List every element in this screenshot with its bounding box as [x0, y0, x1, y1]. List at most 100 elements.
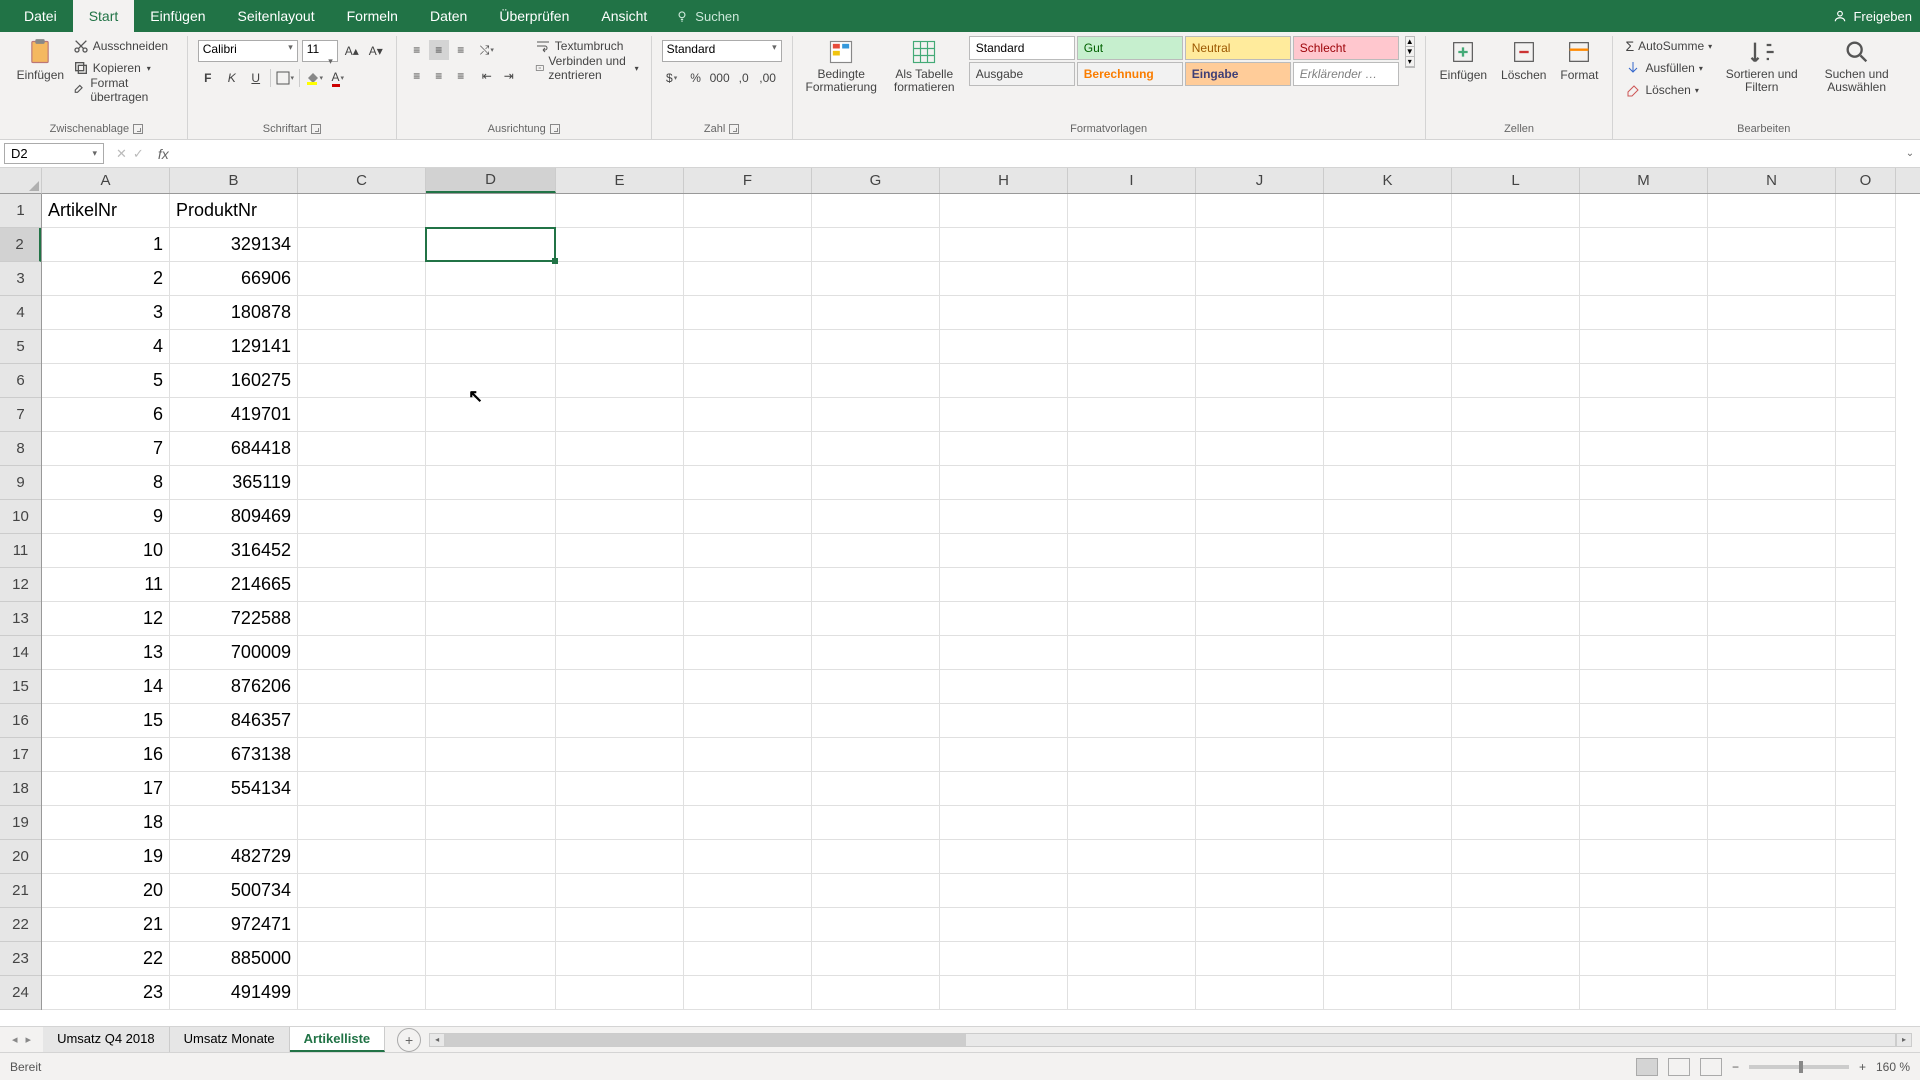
cell[interactable] — [1580, 602, 1708, 636]
cell[interactable] — [1068, 466, 1196, 500]
cell[interactable] — [684, 908, 812, 942]
cell[interactable] — [426, 296, 556, 330]
cell[interactable] — [940, 738, 1068, 772]
cell[interactable] — [684, 466, 812, 500]
cell[interactable] — [1068, 840, 1196, 874]
row-header-5[interactable]: 5 — [0, 330, 41, 364]
cell[interactable] — [1708, 364, 1836, 398]
cell[interactable] — [556, 636, 684, 670]
cell[interactable] — [556, 432, 684, 466]
cell[interactable] — [684, 840, 812, 874]
cell[interactable] — [1324, 364, 1452, 398]
clear-button[interactable]: Löschen▾ — [1623, 80, 1714, 100]
cell[interactable] — [1580, 228, 1708, 262]
row-header-8[interactable]: 8 — [0, 432, 41, 466]
cell[interactable] — [1452, 500, 1580, 534]
cell[interactable] — [1452, 228, 1580, 262]
cell[interactable]: 885000 — [170, 942, 298, 976]
cell[interactable] — [426, 738, 556, 772]
cell[interactable] — [1068, 942, 1196, 976]
fill-button[interactable]: Ausfüllen▾ — [1623, 58, 1714, 78]
cell[interactable] — [1068, 874, 1196, 908]
cell[interactable] — [1196, 534, 1324, 568]
cell[interactable] — [298, 534, 426, 568]
cell[interactable] — [1068, 432, 1196, 466]
cell-style-berechnung[interactable]: Berechnung — [1077, 62, 1183, 86]
cell[interactable] — [1836, 908, 1896, 942]
dialog-launcher[interactable] — [311, 124, 321, 134]
row-header-1[interactable]: 1 — [0, 194, 41, 228]
align-center-icon[interactable]: ≡ — [429, 66, 449, 86]
cell[interactable] — [1196, 806, 1324, 840]
cell[interactable] — [1836, 330, 1896, 364]
fill-color-button[interactable] — [304, 68, 324, 88]
cell[interactable] — [940, 466, 1068, 500]
cell[interactable] — [1068, 398, 1196, 432]
underline-button[interactable]: U — [246, 68, 266, 88]
cell[interactable] — [940, 636, 1068, 670]
cell[interactable] — [556, 330, 684, 364]
cell[interactable]: 160275 — [170, 364, 298, 398]
cell[interactable] — [1836, 568, 1896, 602]
cell[interactable] — [556, 976, 684, 1010]
cell[interactable] — [1580, 908, 1708, 942]
cell[interactable] — [426, 670, 556, 704]
row-header-17[interactable]: 17 — [0, 738, 41, 772]
cell[interactable] — [1324, 942, 1452, 976]
cell[interactable] — [812, 738, 940, 772]
cell[interactable] — [556, 704, 684, 738]
cell[interactable] — [1580, 670, 1708, 704]
cell[interactable] — [1452, 194, 1580, 228]
cell[interactable] — [1580, 364, 1708, 398]
row-header-23[interactable]: 23 — [0, 942, 41, 976]
cell[interactable] — [940, 262, 1068, 296]
cell[interactable] — [1836, 874, 1896, 908]
cut-button[interactable]: Ausschneiden — [71, 36, 177, 56]
cell[interactable]: 7 — [42, 432, 170, 466]
cell[interactable] — [1708, 432, 1836, 466]
format-cells-button[interactable]: Format — [1556, 36, 1602, 84]
cell[interactable]: 16 — [42, 738, 170, 772]
cell[interactable] — [1836, 704, 1896, 738]
cell[interactable] — [1324, 194, 1452, 228]
cell[interactable] — [1452, 466, 1580, 500]
orientation-button[interactable]: ⤭ — [477, 40, 497, 60]
cell[interactable]: 13 — [42, 636, 170, 670]
cell[interactable] — [1836, 840, 1896, 874]
cell[interactable] — [812, 874, 940, 908]
enter-icon[interactable]: ✓ — [133, 146, 144, 162]
cell[interactable] — [1708, 568, 1836, 602]
cell[interactable] — [1068, 228, 1196, 262]
cell[interactable] — [426, 330, 556, 364]
name-box[interactable]: D2 — [4, 143, 104, 164]
scroll-right-icon[interactable]: ▸ — [1896, 1033, 1912, 1047]
cell[interactable] — [1324, 602, 1452, 636]
cell-style-neutral[interactable]: Neutral — [1185, 36, 1291, 60]
cell[interactable] — [556, 466, 684, 500]
cell[interactable] — [426, 636, 556, 670]
cell[interactable] — [1196, 194, 1324, 228]
align-left-icon[interactable]: ≡ — [407, 66, 427, 86]
format-as-table-button[interactable]: Als Tabelle formatieren — [886, 36, 963, 96]
cell[interactable] — [556, 534, 684, 568]
bold-button[interactable]: F — [198, 68, 218, 88]
cell[interactable] — [1580, 636, 1708, 670]
cell[interactable] — [1708, 976, 1836, 1010]
font-size-select[interactable]: 11 — [302, 40, 338, 62]
cell[interactable]: 700009 — [170, 636, 298, 670]
cell[interactable] — [1836, 942, 1896, 976]
cell[interactable] — [1452, 330, 1580, 364]
cell[interactable]: ProduktNr — [170, 194, 298, 228]
column-header-H[interactable]: H — [940, 168, 1068, 193]
column-header-E[interactable]: E — [556, 168, 684, 193]
cell[interactable] — [1324, 738, 1452, 772]
cell[interactable] — [426, 194, 556, 228]
cell[interactable] — [1196, 500, 1324, 534]
cell[interactable] — [812, 228, 940, 262]
select-all-corner[interactable] — [0, 168, 42, 194]
cell[interactable]: 846357 — [170, 704, 298, 738]
cell[interactable] — [1836, 398, 1896, 432]
cell[interactable] — [1068, 772, 1196, 806]
cell[interactable] — [556, 296, 684, 330]
cancel-icon[interactable]: ✕ — [116, 146, 127, 162]
